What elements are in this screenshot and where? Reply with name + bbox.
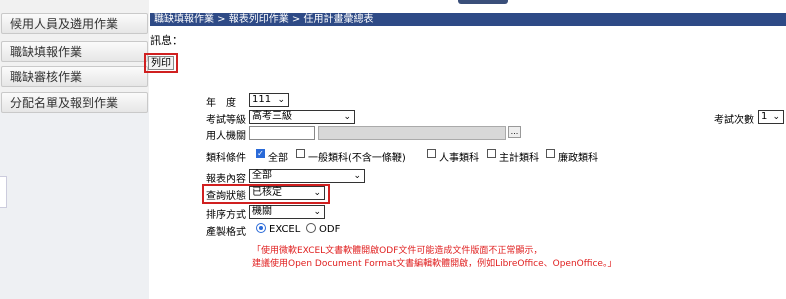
chevron-down-icon: ⌄	[313, 188, 321, 198]
category-all-checkbox[interactable]: ✓	[256, 149, 265, 158]
format-excel-radio[interactable]	[256, 223, 266, 233]
sidebar: 候用人員及遴用作業 職缺填報作業 職缺審核作業 分配名單及報到作業	[0, 0, 149, 299]
format-note-line2: 建議使用Open Document Format文書編輯軟體開啟，例如Libre…	[252, 259, 617, 269]
query-status-label: 查詢狀態	[206, 191, 246, 202]
exam-count-value: 1	[761, 111, 768, 122]
category-all-label: 全部	[268, 153, 288, 164]
query-status-select[interactable]: 已核定 ⌄	[249, 186, 325, 200]
agency-lookup-button[interactable]: ...	[508, 126, 521, 138]
format-note-line1: 「使用微軟EXCEL文書軟體開啟ODF文件可能造成文件版面不正常顯示，	[252, 246, 543, 256]
exam-count-select[interactable]: 1 ⌄	[758, 110, 784, 124]
sort-method-label: 排序方式	[206, 210, 246, 221]
category-general-checkbox[interactable]	[296, 149, 305, 158]
message-label: 訊息：	[150, 34, 183, 47]
category-personnel-label: 人事類科	[439, 153, 479, 164]
category-label: 類科條件	[206, 153, 246, 164]
agency-label: 用人機關	[206, 131, 246, 142]
sidebar-item-vacancy-review[interactable]: 職缺審核作業	[1, 66, 148, 87]
sidebar-lower-panel	[0, 104, 149, 299]
sidebar-item-vacancy-reporting[interactable]: 職缺填報作業	[1, 41, 148, 62]
query-status-value: 已核定	[252, 187, 282, 198]
chevron-down-icon: ⌄	[772, 112, 780, 122]
sidebar-item-candidate-selection[interactable]: 候用人員及遴用作業	[1, 13, 148, 34]
sort-method-select[interactable]: 機關 ⌄	[249, 205, 325, 219]
top-tab-indicator	[458, 0, 508, 4]
category-accounting-label: 主計類科	[499, 153, 539, 164]
report-content-label: 報表內容	[206, 174, 246, 185]
chevron-down-icon: ⌄	[313, 207, 321, 217]
breadcrumb: 職缺填報作業 > 報表列印作業 > 任用計畫彙總表	[150, 13, 786, 26]
chevron-down-icon: ⌄	[343, 112, 351, 122]
exam-level-value: 高考三級	[252, 111, 292, 122]
sidebar-item-assignment-reporting[interactable]: 分配名單及報到作業	[1, 92, 148, 113]
agency-code-input[interactable]	[249, 126, 315, 140]
output-format-label: 產製格式	[206, 227, 246, 238]
category-accounting-checkbox[interactable]	[487, 149, 496, 158]
report-content-select[interactable]: 全部 ⌄	[249, 169, 365, 183]
report-content-value: 全部	[252, 170, 272, 181]
chevron-down-icon: ⌄	[353, 171, 361, 181]
year-label: 年 度	[206, 98, 236, 109]
year-value: 111	[252, 94, 272, 105]
print-button[interactable]: 列印	[148, 56, 174, 70]
chevron-down-icon: ⌄	[277, 95, 285, 105]
category-general-label: 一般類科(不含一條鞭)	[308, 153, 406, 164]
category-personnel-checkbox[interactable]	[427, 149, 436, 158]
format-odf-label: ODF	[319, 224, 341, 235]
category-integrity-checkbox[interactable]	[546, 149, 555, 158]
sort-method-value: 機關	[252, 206, 272, 217]
category-integrity-label: 廉政類科	[558, 153, 598, 164]
agency-name-input	[318, 126, 506, 140]
year-select[interactable]: 111 ⌄	[249, 93, 289, 107]
sidebar-collapse-handle[interactable]	[0, 176, 7, 208]
format-excel-label: EXCEL	[269, 224, 301, 235]
exam-count-label: 考試次數	[714, 115, 754, 126]
exam-level-label: 考試等級	[206, 115, 246, 126]
format-odf-radio[interactable]	[306, 223, 316, 233]
exam-level-select[interactable]: 高考三級 ⌄	[249, 110, 355, 124]
